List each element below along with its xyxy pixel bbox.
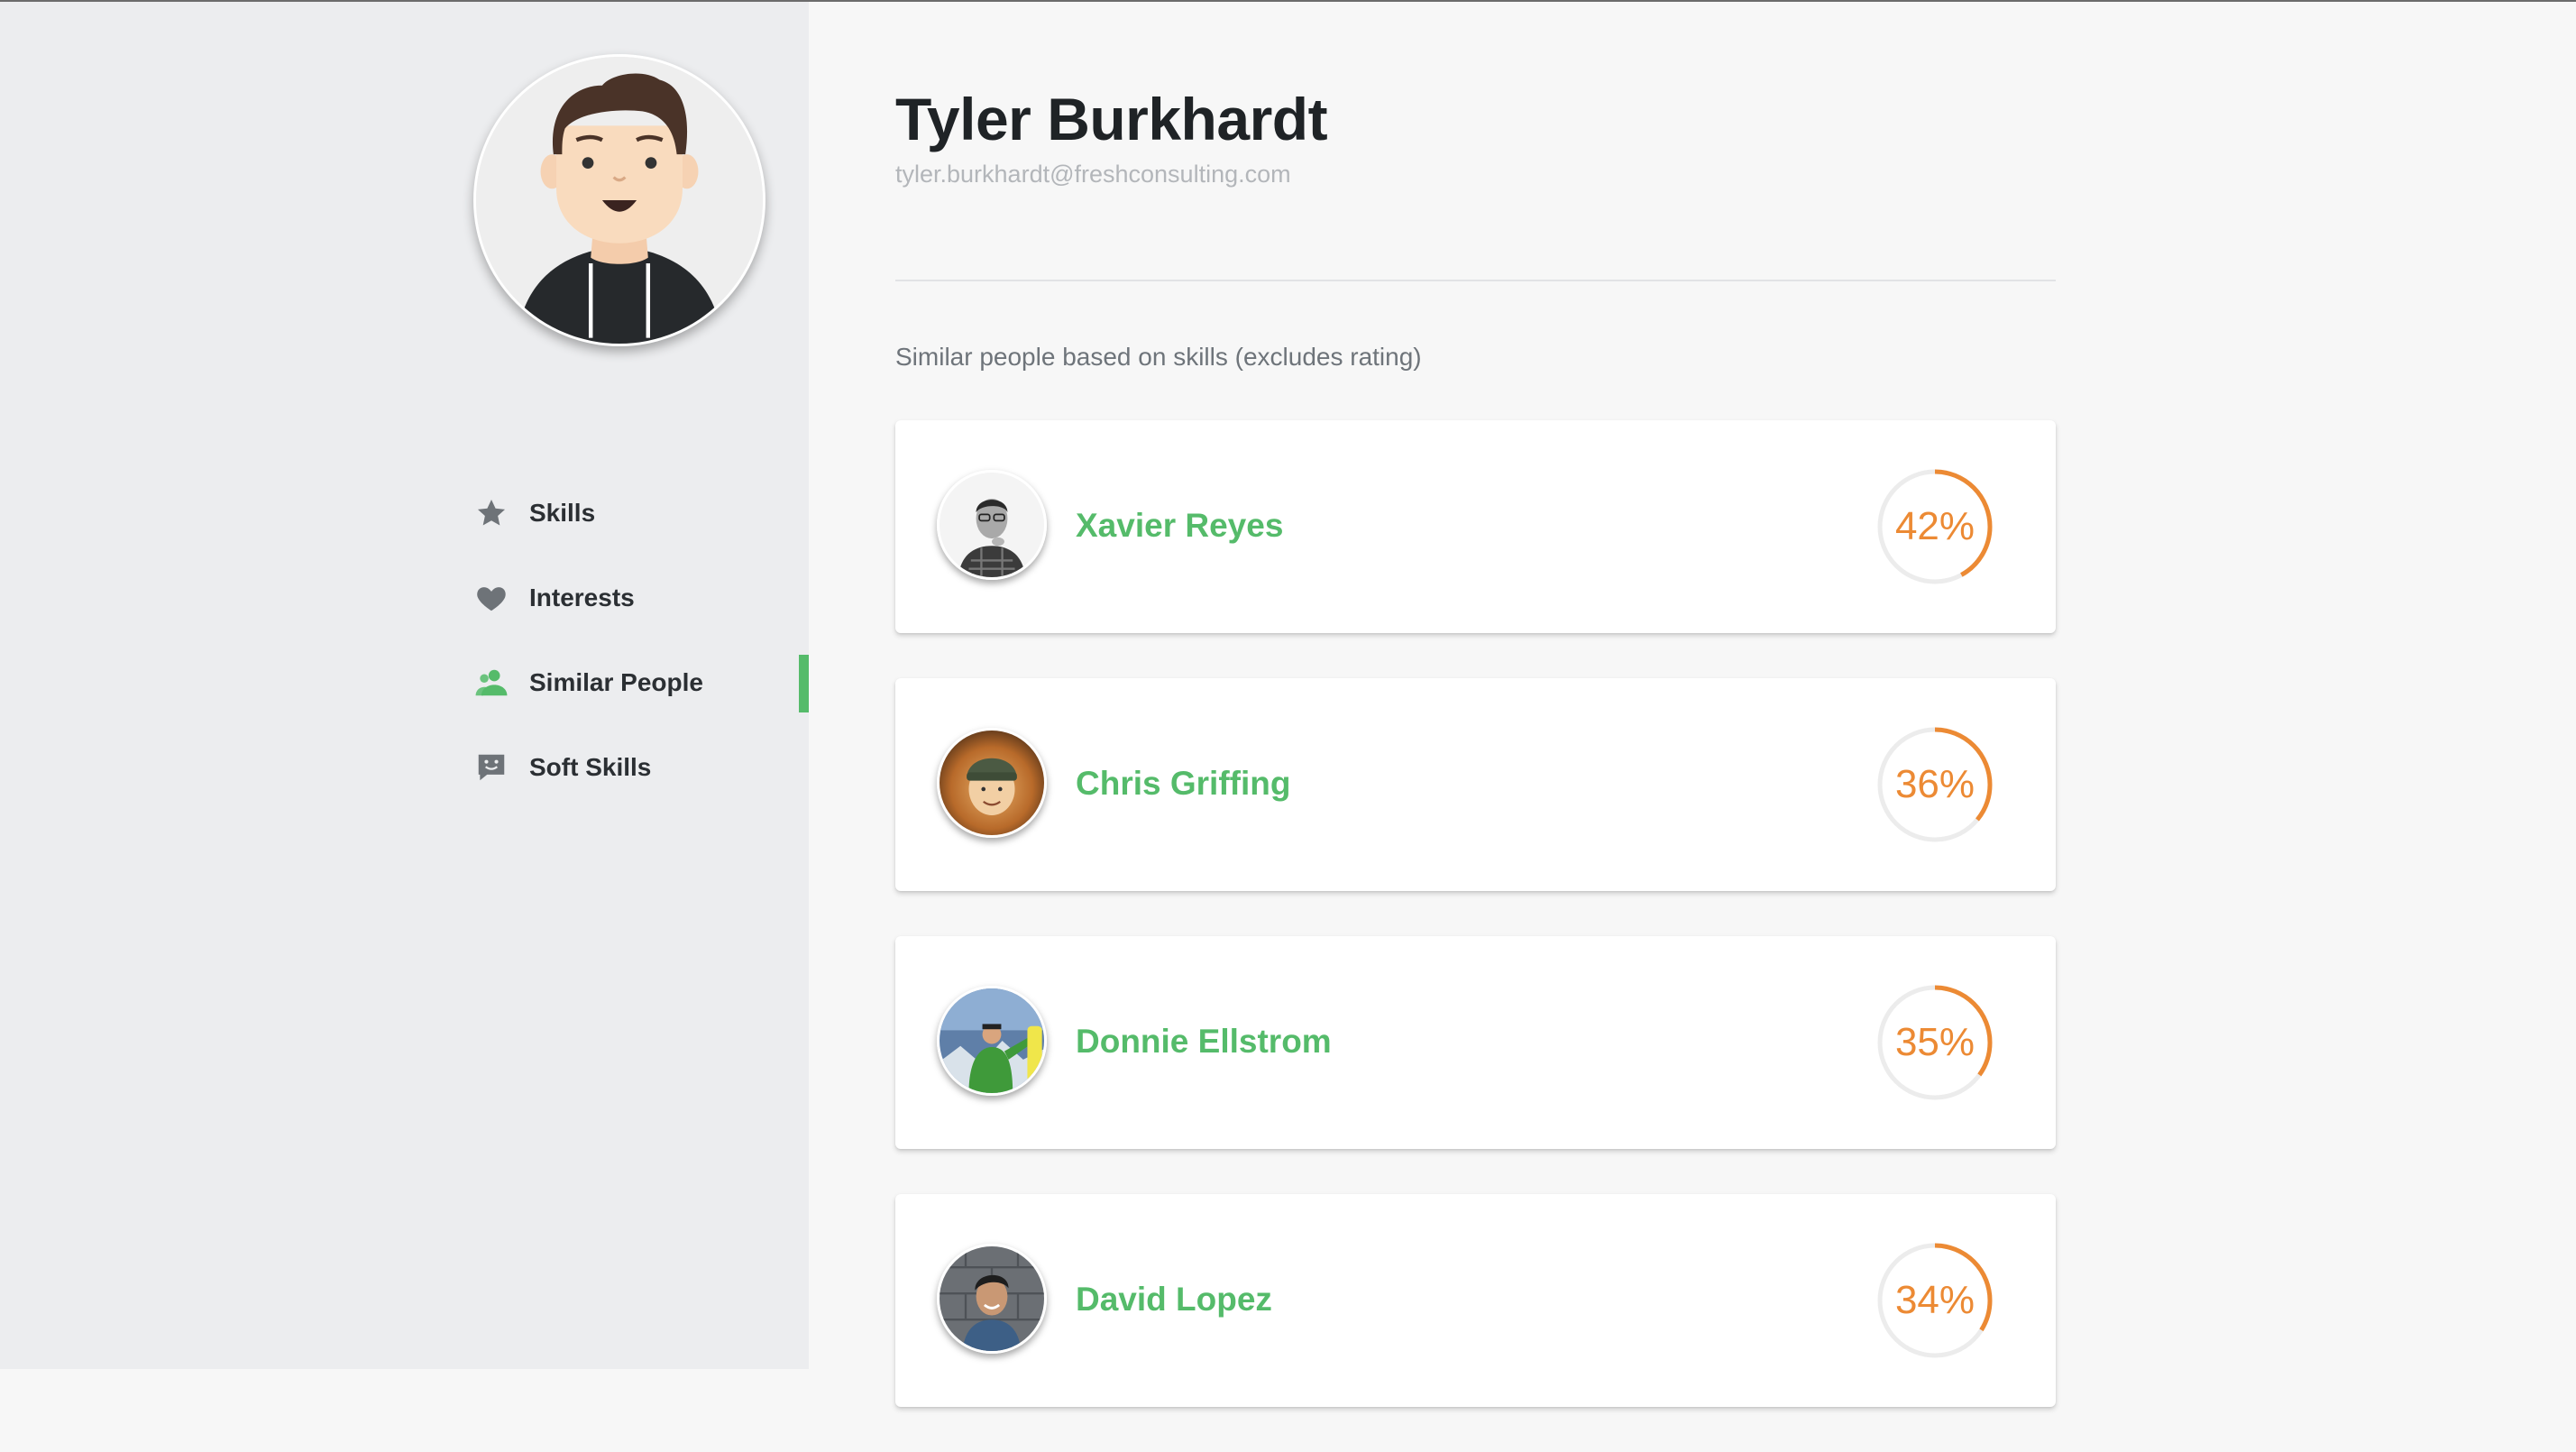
similarity-percent: 35%	[1894, 1020, 1976, 1064]
nav-label-skills: Skills	[529, 499, 596, 527]
person-photo-icon	[940, 473, 1044, 577]
chat-icon	[473, 749, 509, 786]
person-card[interactable]: Chris Griffing 36%	[895, 678, 2056, 891]
divider	[895, 280, 2056, 281]
nav-label-interests: Interests	[529, 584, 635, 611]
similarity-percent: 36%	[1894, 762, 1976, 806]
person-card[interactable]: David Lopez 34%	[895, 1194, 2056, 1407]
sidebar: Skills Interests Similar People Soft Ski…	[0, 2, 809, 1369]
nav-label-soft-skills: Soft Skills	[529, 753, 652, 781]
person-avatar	[937, 1244, 1047, 1354]
similarity-percent: 34%	[1894, 1278, 1976, 1322]
people-icon	[473, 665, 509, 701]
active-indicator	[799, 655, 809, 712]
nav-item-soft-skills[interactable]: Soft Skills	[473, 725, 809, 810]
similarity-percent: 42%	[1894, 504, 1976, 548]
section-caption: Similar people based on skills (excludes…	[895, 343, 1422, 371]
similarity-gauge: 35%	[1876, 984, 1994, 1101]
person-name[interactable]: Xavier Reyes	[1076, 507, 1283, 545]
person-card[interactable]: Xavier Reyes 42%	[895, 420, 2056, 633]
star-icon	[473, 495, 509, 531]
similarity-gauge: 42%	[1876, 468, 1994, 585]
window-top-border	[0, 0, 2576, 2]
person-avatar	[937, 470, 1047, 580]
person-avatar	[937, 986, 1047, 1096]
nav-label-similar-people: Similar People	[529, 668, 703, 696]
page-title: Tyler Burkhardt	[895, 86, 1328, 152]
person-name[interactable]: Donnie Ellstrom	[1076, 1023, 1332, 1061]
person-avatar	[937, 728, 1047, 838]
similarity-gauge: 34%	[1876, 1242, 1994, 1359]
nav-item-skills[interactable]: Skills	[473, 471, 809, 556]
person-name[interactable]: Chris Griffing	[1076, 765, 1290, 803]
similarity-gauge: 36%	[1876, 726, 1994, 843]
nav-item-similar-people[interactable]: Similar People	[473, 640, 809, 725]
profile-avatar	[473, 54, 765, 346]
person-card[interactable]: Donnie Ellstrom 35%	[895, 936, 2056, 1149]
person-photo-icon	[940, 988, 1044, 1093]
nav-item-interests[interactable]: Interests	[473, 556, 809, 640]
person-name[interactable]: David Lopez	[1076, 1281, 1272, 1319]
person-photo-icon	[940, 1246, 1044, 1351]
person-photo-icon	[940, 731, 1044, 835]
heart-icon	[473, 580, 509, 616]
user-email: tyler.burkhardt@freshconsulting.com	[895, 161, 1291, 188]
similar-people-list: Xavier Reyes 42% Chris Griffing 36% Donn…	[895, 420, 2056, 1452]
sidebar-nav: Skills Interests Similar People Soft Ski…	[473, 471, 809, 810]
cartoon-avatar-icon	[476, 57, 763, 344]
